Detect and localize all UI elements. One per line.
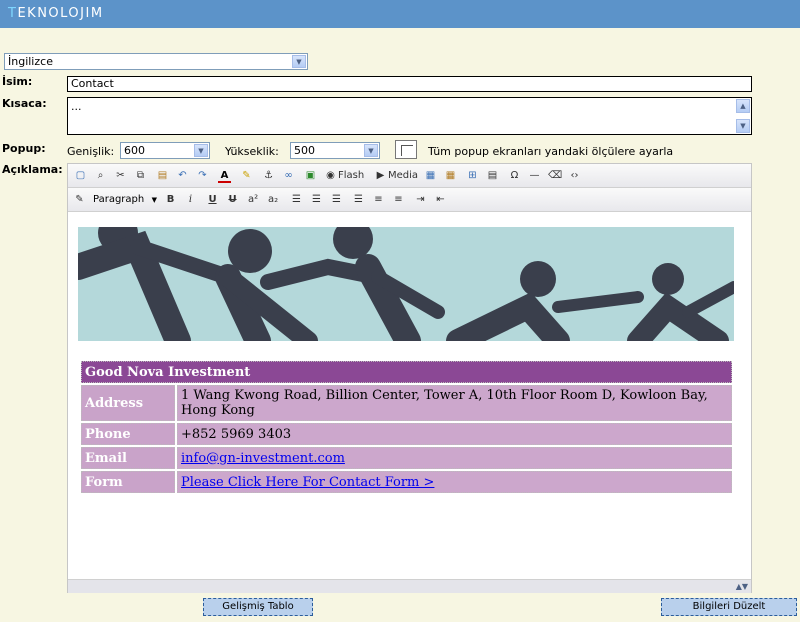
table-row: Email info@gn-investment.com (81, 447, 732, 469)
email-link[interactable]: info@gn-investment.com (181, 451, 345, 466)
isim-label: İsim: (2, 75, 33, 88)
chevron-down-icon[interactable]: ▼ (194, 144, 208, 157)
kisaca-label: Kısaca: (2, 97, 47, 110)
phone-key: Phone (81, 423, 175, 445)
contact-info-table: Good Nova Investment Address 1 Wang Kwon… (79, 359, 734, 495)
height-select-value: 500 (294, 144, 315, 157)
horizontal-rule-icon[interactable]: — (528, 169, 541, 183)
source-code-icon[interactable]: ‹› (568, 169, 581, 183)
font-color-icon[interactable]: A (218, 169, 231, 183)
height-label: Yükseklik: (225, 145, 279, 158)
height-select[interactable]: 500 ▼ (290, 142, 380, 159)
highlight-icon[interactable]: ✎ (240, 169, 253, 183)
address-key: Address (81, 385, 175, 421)
flash-label[interactable]: Flash (338, 169, 364, 183)
width-select-value: 600 (124, 144, 145, 157)
flash-icon[interactable]: ◉ (324, 169, 337, 183)
indent-icon[interactable]: ⇥ (414, 193, 427, 207)
superscript-icon[interactable]: a² (248, 193, 258, 207)
justify-icon[interactable]: ☰ (352, 193, 365, 207)
width-select[interactable]: 600 ▼ (120, 142, 210, 159)
table-icon[interactable]: ▦ (424, 169, 437, 183)
anchor-icon[interactable]: ⚓ (262, 169, 275, 183)
advanced-table-button[interactable]: Gelişmiş Tablo (203, 598, 313, 616)
width-label: Genişlik: (67, 145, 115, 158)
strikethrough-icon[interactable]: U (226, 193, 239, 207)
update-info-button[interactable]: Bilgileri Düzelt (661, 598, 797, 616)
find-icon[interactable]: ⌕ (94, 169, 107, 183)
eraser-icon[interactable]: ⌫ (548, 169, 562, 183)
special-char-icon[interactable]: Ω (508, 169, 521, 183)
editor-content[interactable]: Good Nova Investment Address 1 Wang Kwon… (68, 213, 751, 579)
popup-label: Popup: (2, 142, 46, 155)
scroll-down-icon[interactable]: ▼ (736, 119, 750, 133)
paste-icon[interactable]: ▤ (156, 169, 169, 183)
chevron-down-icon[interactable]: ▼ (364, 144, 378, 157)
new-document-icon[interactable]: ▢ (74, 169, 87, 183)
popup-size-checkbox[interactable] (395, 140, 417, 159)
resize-handle-icon[interactable]: ▲▼ (736, 582, 748, 591)
table-row: Phone +852 5969 3403 (81, 423, 732, 445)
numbered-list-icon[interactable]: ≡ (372, 193, 385, 207)
banner-image (78, 227, 734, 341)
editor-statusbar: ▲▼ (68, 579, 751, 593)
table-row: Form Please Click Here For Contact Form … (81, 471, 732, 493)
phone-value: +852 5969 3403 (177, 423, 732, 445)
popup-checkbox-label: Tüm popup ekranları yandaki ölçülere aya… (428, 145, 674, 158)
style-icon[interactable]: ✎ (73, 193, 86, 207)
language-select[interactable]: İngilizce ▼ (4, 53, 308, 70)
cut-icon[interactable]: ✂ (114, 169, 127, 183)
editor-toolbar-2: ✎ Paragraph ▼ B i U U a² a₂ ☰ ☰ ☰ ☰ ≡ ≡ … (68, 188, 751, 212)
people-silhouette-image (78, 227, 734, 341)
aciklama-label: Açıklama: (2, 163, 63, 176)
contact-form-link[interactable]: Please Click Here For Contact Form > (181, 475, 434, 490)
form-key: Form (81, 471, 175, 493)
editor-toolbar-1: ▢ ⌕ ✂ ⧉ ▤ ↶ ↷ A ✎ ⚓ ∞ ▣ ◉ Flash ▶ Media … (68, 164, 751, 188)
align-right-icon[interactable]: ☰ (330, 193, 343, 207)
image-icon[interactable]: ▣ (304, 169, 317, 183)
rich-text-editor[interactable]: ▢ ⌕ ✂ ⧉ ▤ ↶ ↷ A ✎ ⚓ ∞ ▣ ◉ Flash ▶ Media … (67, 163, 752, 593)
scroll-up-icon[interactable]: ▲ (736, 99, 750, 113)
table-edit-icon[interactable]: ▦ (444, 169, 457, 183)
align-left-icon[interactable]: ☰ (290, 193, 303, 207)
italic-icon[interactable]: i (184, 193, 197, 207)
company-name: Good Nova Investment (81, 361, 732, 383)
chevron-down-icon[interactable]: ▼ (152, 192, 157, 208)
email-key: Email (81, 447, 175, 469)
kisaca-textarea[interactable]: ... ▲ ▼ (67, 97, 752, 135)
table-row: Address 1 Wang Kwong Road, Billion Cente… (81, 385, 732, 421)
chevron-down-icon[interactable]: ▼ (292, 55, 306, 68)
paragraph-format-value: Paragraph (93, 194, 145, 205)
layer-icon[interactable]: ▤ (486, 169, 499, 183)
address-value: 1 Wang Kwong Road, Billion Center, Tower… (177, 385, 732, 421)
align-center-icon[interactable]: ☰ (310, 193, 323, 207)
isim-input[interactable]: Contact (67, 76, 752, 92)
top-bar: TEKNOLOJIM (0, 0, 800, 28)
kisaca-value: ... (71, 100, 82, 113)
table-header-row: Good Nova Investment (81, 361, 732, 383)
underline-icon[interactable]: U (206, 193, 219, 207)
form-cell: Please Click Here For Contact Form > (177, 471, 732, 493)
redo-icon[interactable]: ↷ (196, 169, 209, 183)
email-cell: info@gn-investment.com (177, 447, 732, 469)
undo-icon[interactable]: ↶ (176, 169, 189, 183)
media-icon[interactable]: ▶ (374, 169, 387, 183)
paragraph-format-select[interactable]: Paragraph ▼ (91, 192, 159, 208)
bulleted-list-icon[interactable]: ≡ (392, 193, 405, 207)
media-label[interactable]: Media (388, 169, 418, 183)
link-icon[interactable]: ∞ (282, 169, 295, 183)
subscript-icon[interactable]: a₂ (268, 193, 278, 207)
language-select-value: İngilizce (8, 55, 53, 68)
bold-icon[interactable]: B (164, 193, 177, 207)
app-logo: TEKNOLOJIM (8, 6, 104, 21)
grid-icon[interactable]: ⊞ (466, 169, 479, 183)
copy-icon[interactable]: ⧉ (134, 169, 147, 183)
outdent-icon[interactable]: ⇤ (434, 193, 447, 207)
